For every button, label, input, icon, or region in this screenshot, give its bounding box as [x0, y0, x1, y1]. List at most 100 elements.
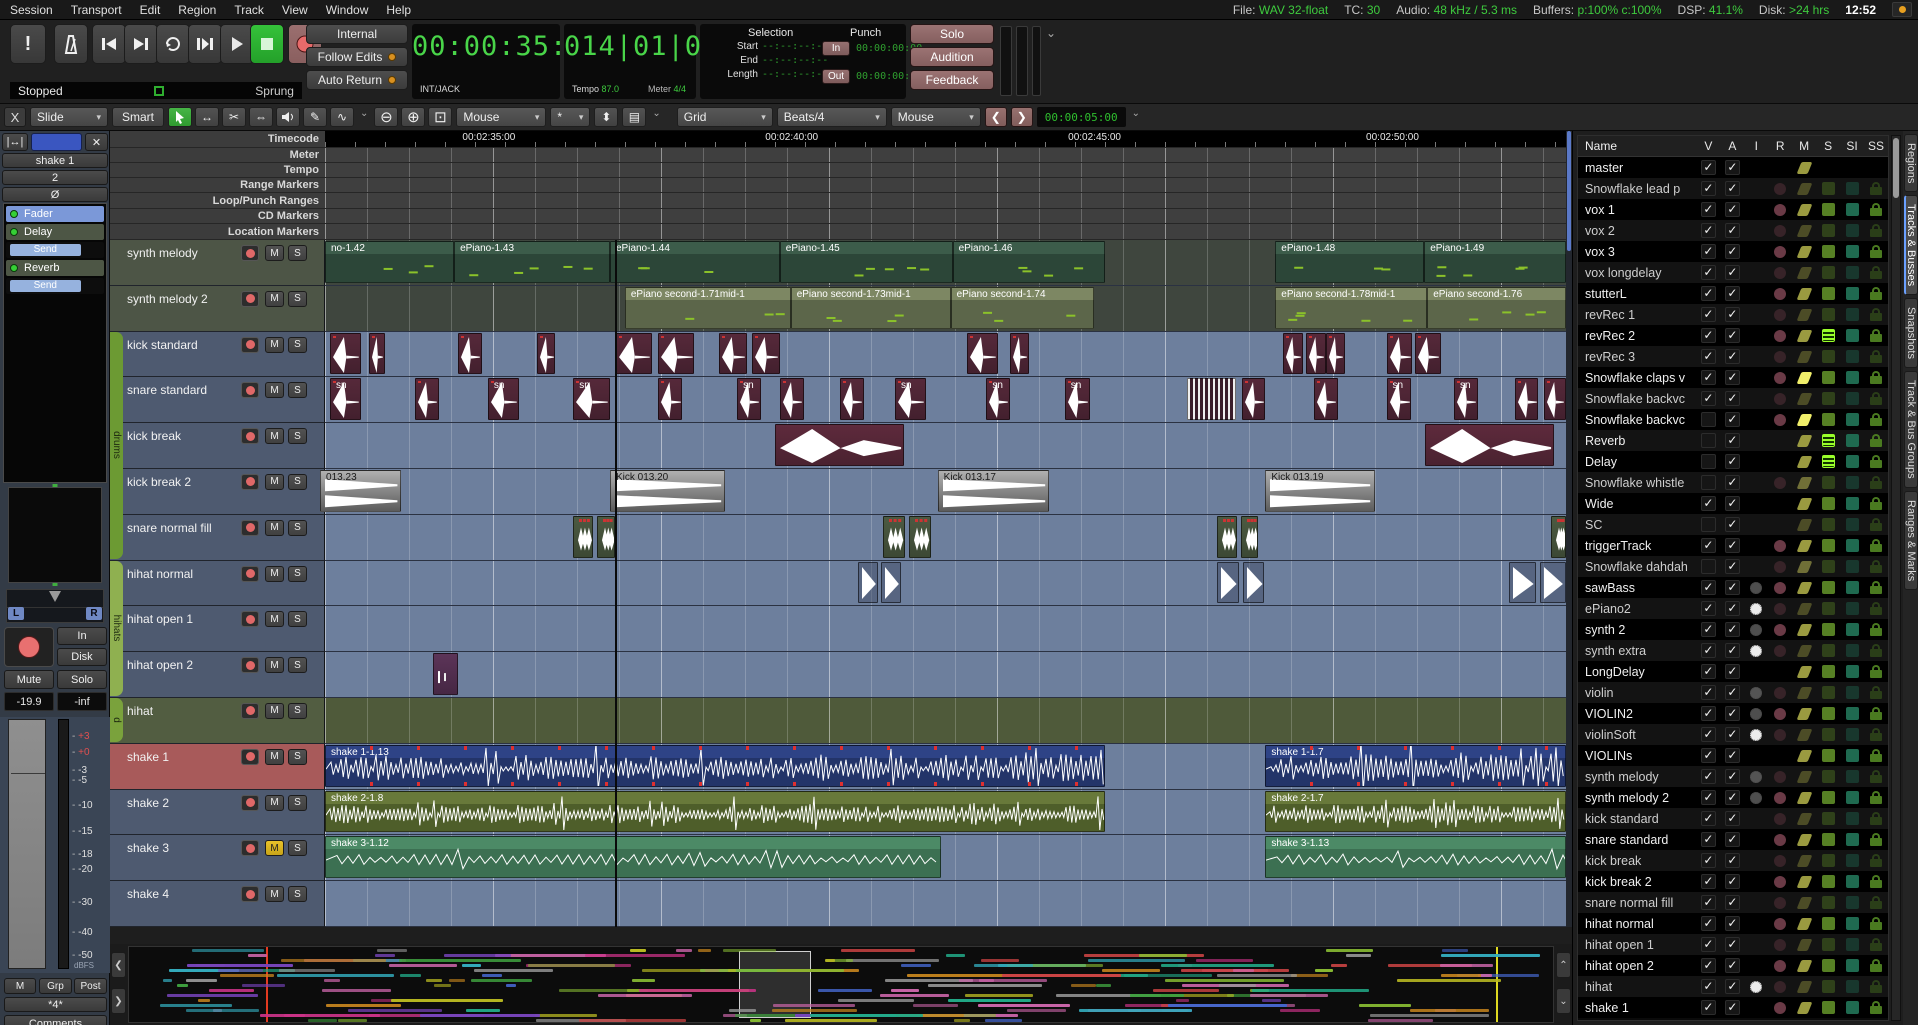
track-name[interactable]: shake 4	[127, 887, 169, 901]
panel-tab-tracks-busses[interactable]: Tracks & Busses	[1904, 195, 1918, 295]
solo-safe-lock-icon[interactable]	[1870, 917, 1882, 930]
record-state-icon[interactable]	[1774, 183, 1786, 195]
active-checkbox[interactable]: ✓	[1725, 433, 1740, 448]
track-solo-button[interactable]: S	[288, 566, 307, 582]
track-name[interactable]: synth melody	[127, 246, 198, 260]
track-lane[interactable]	[325, 652, 1566, 698]
solo-isolate-icon[interactable]	[1846, 938, 1859, 951]
active-checkbox[interactable]: ✓	[1725, 181, 1740, 196]
track-lane[interactable]: ePiano second-1.71mid-1ePiano second-1.7…	[325, 286, 1566, 332]
active-checkbox[interactable]: ✓	[1725, 475, 1740, 490]
visible-checkbox[interactable]: ✓	[1701, 748, 1716, 763]
ruler-lane[interactable]	[325, 178, 1566, 192]
solo-state-icon[interactable]	[1822, 224, 1835, 237]
solo-button[interactable]: Solo	[57, 670, 107, 689]
solo-state-icon[interactable]	[1822, 434, 1835, 447]
solo-state-icon[interactable]	[1822, 476, 1835, 489]
region[interactable]	[1326, 333, 1345, 375]
track-record-button[interactable]	[241, 657, 259, 673]
visible-checkbox[interactable]: ✓	[1701, 496, 1716, 511]
timecode-clock[interactable]: 00:00:35:25 INT/JACK	[412, 24, 560, 99]
solo-state-icon[interactable]	[1822, 980, 1835, 993]
track-solo-button[interactable]: S	[288, 382, 307, 398]
mute-state-icon[interactable]	[1796, 330, 1812, 342]
visible-checkbox[interactable]: ✓	[1701, 307, 1716, 322]
region[interactable]	[909, 516, 931, 558]
track-list-row-master[interactable]: master✓✓	[1578, 157, 1888, 178]
grid-type-dropdown[interactable]: Beats/4▾	[777, 107, 887, 127]
track-name[interactable]: hihat normal	[127, 567, 193, 581]
track-solo-button[interactable]: S	[288, 611, 307, 627]
region-shake-1-1.7[interactable]: shake 1-1.7	[1265, 745, 1566, 787]
solo-safe-lock-icon[interactable]	[1870, 287, 1882, 300]
track-mute-button[interactable]: M	[265, 520, 284, 536]
solo-safe-lock-icon[interactable]	[1870, 644, 1882, 657]
mute-state-icon[interactable]	[1796, 582, 1812, 594]
visible-checkbox[interactable]: ✓	[1701, 811, 1716, 826]
solo-isolate-icon[interactable]	[1846, 308, 1859, 321]
solo-safe-lock-icon[interactable]	[1870, 875, 1882, 888]
solo-state-icon[interactable]	[1822, 497, 1835, 510]
chevron-down-icon[interactable]: ⌄	[360, 108, 368, 119]
mute-state-icon[interactable]	[1796, 603, 1812, 615]
solo-isolate-icon[interactable]	[1846, 707, 1859, 720]
track-record-button[interactable]	[241, 291, 259, 307]
mute-state-icon[interactable]	[1796, 561, 1812, 573]
solo-state-icon[interactable]	[1822, 518, 1835, 531]
track-header-hihat-open-2[interactable]: hihat open 2MS	[110, 652, 325, 698]
visible-checkbox[interactable]	[1701, 475, 1716, 490]
active-checkbox[interactable]: ✓	[1725, 202, 1740, 217]
menu-window[interactable]: Window	[326, 3, 369, 17]
track-list-row-synth-melody-2[interactable]: synth melody 2✓✓	[1578, 787, 1888, 808]
routing-grid[interactable]	[8, 487, 102, 583]
solo-isolate-icon[interactable]	[1846, 623, 1859, 636]
record-state-icon[interactable]	[1774, 876, 1786, 888]
active-checkbox[interactable]: ✓	[1725, 958, 1740, 973]
solo-state-icon[interactable]	[1822, 371, 1835, 384]
active-checkbox[interactable]: ✓	[1725, 685, 1740, 700]
track-header-kick-standard[interactable]: kick standardMS	[110, 332, 325, 378]
region[interactable]	[537, 333, 556, 375]
region[interactable]	[881, 562, 901, 604]
region-013.23[interactable]: 013.23	[320, 470, 401, 512]
visible-checkbox[interactable]: ✓	[1701, 286, 1716, 301]
region[interactable]	[1217, 562, 1239, 604]
solo-state-icon[interactable]	[1822, 770, 1835, 783]
mute-state-icon[interactable]	[1796, 204, 1812, 216]
solo-state-icon[interactable]	[1822, 938, 1835, 951]
active-checkbox[interactable]: ✓	[1725, 601, 1740, 616]
record-state-icon[interactable]	[1774, 792, 1786, 804]
error-log-button[interactable]: !	[10, 24, 46, 64]
solo-isolate-icon[interactable]	[1846, 980, 1859, 993]
region[interactable]	[719, 333, 747, 375]
processor-fader[interactable]: Fader	[6, 206, 104, 222]
track-list-row-stutterL[interactable]: stutterL✓✓	[1578, 283, 1888, 304]
track-name[interactable]: snare normal fill	[127, 521, 212, 535]
solo-safe-lock-icon[interactable]	[1870, 266, 1882, 279]
menu-session[interactable]: Session	[10, 3, 53, 17]
visible-checkbox[interactable]: ✓	[1701, 832, 1716, 847]
solo-safe-lock-icon[interactable]	[1870, 203, 1882, 216]
record-state-icon[interactable]	[1774, 477, 1786, 489]
solo-safe-lock-icon[interactable]	[1870, 959, 1882, 972]
menu-view[interactable]: View	[282, 3, 308, 17]
summary-view-rect[interactable]	[739, 951, 811, 1018]
chevron-down-icon[interactable]: ⌄	[652, 108, 660, 119]
solo-safe-lock-icon[interactable]	[1870, 329, 1882, 342]
region-ePiano-1.48[interactable]: ePiano-1.48	[1275, 241, 1424, 283]
region[interactable]	[780, 378, 804, 420]
record-state-icon[interactable]	[1774, 645, 1786, 657]
solo-safe-lock-icon[interactable]	[1870, 581, 1882, 594]
solo-safe-lock-icon[interactable]	[1870, 476, 1882, 489]
visible-checkbox[interactable]: ✓	[1701, 790, 1716, 805]
active-checkbox[interactable]: ✓	[1725, 328, 1740, 343]
solo-isolate-icon[interactable]	[1846, 266, 1859, 279]
track-list-row-synth-extra[interactable]: synth extra✓✓	[1578, 640, 1888, 661]
region-ePiano-1.43[interactable]: ePiano-1.43	[454, 241, 610, 283]
record-state-icon[interactable]	[1774, 624, 1786, 636]
visible-checkbox[interactable]: ✓	[1701, 601, 1716, 616]
visible-checkbox[interactable]: ✓	[1701, 937, 1716, 952]
mute-state-icon[interactable]	[1796, 288, 1812, 300]
solo-safe-lock-icon[interactable]	[1870, 770, 1882, 783]
track-lane[interactable]: no-1.42ePiano-1.43ePiano-1.44ePiano-1.45…	[325, 240, 1566, 286]
